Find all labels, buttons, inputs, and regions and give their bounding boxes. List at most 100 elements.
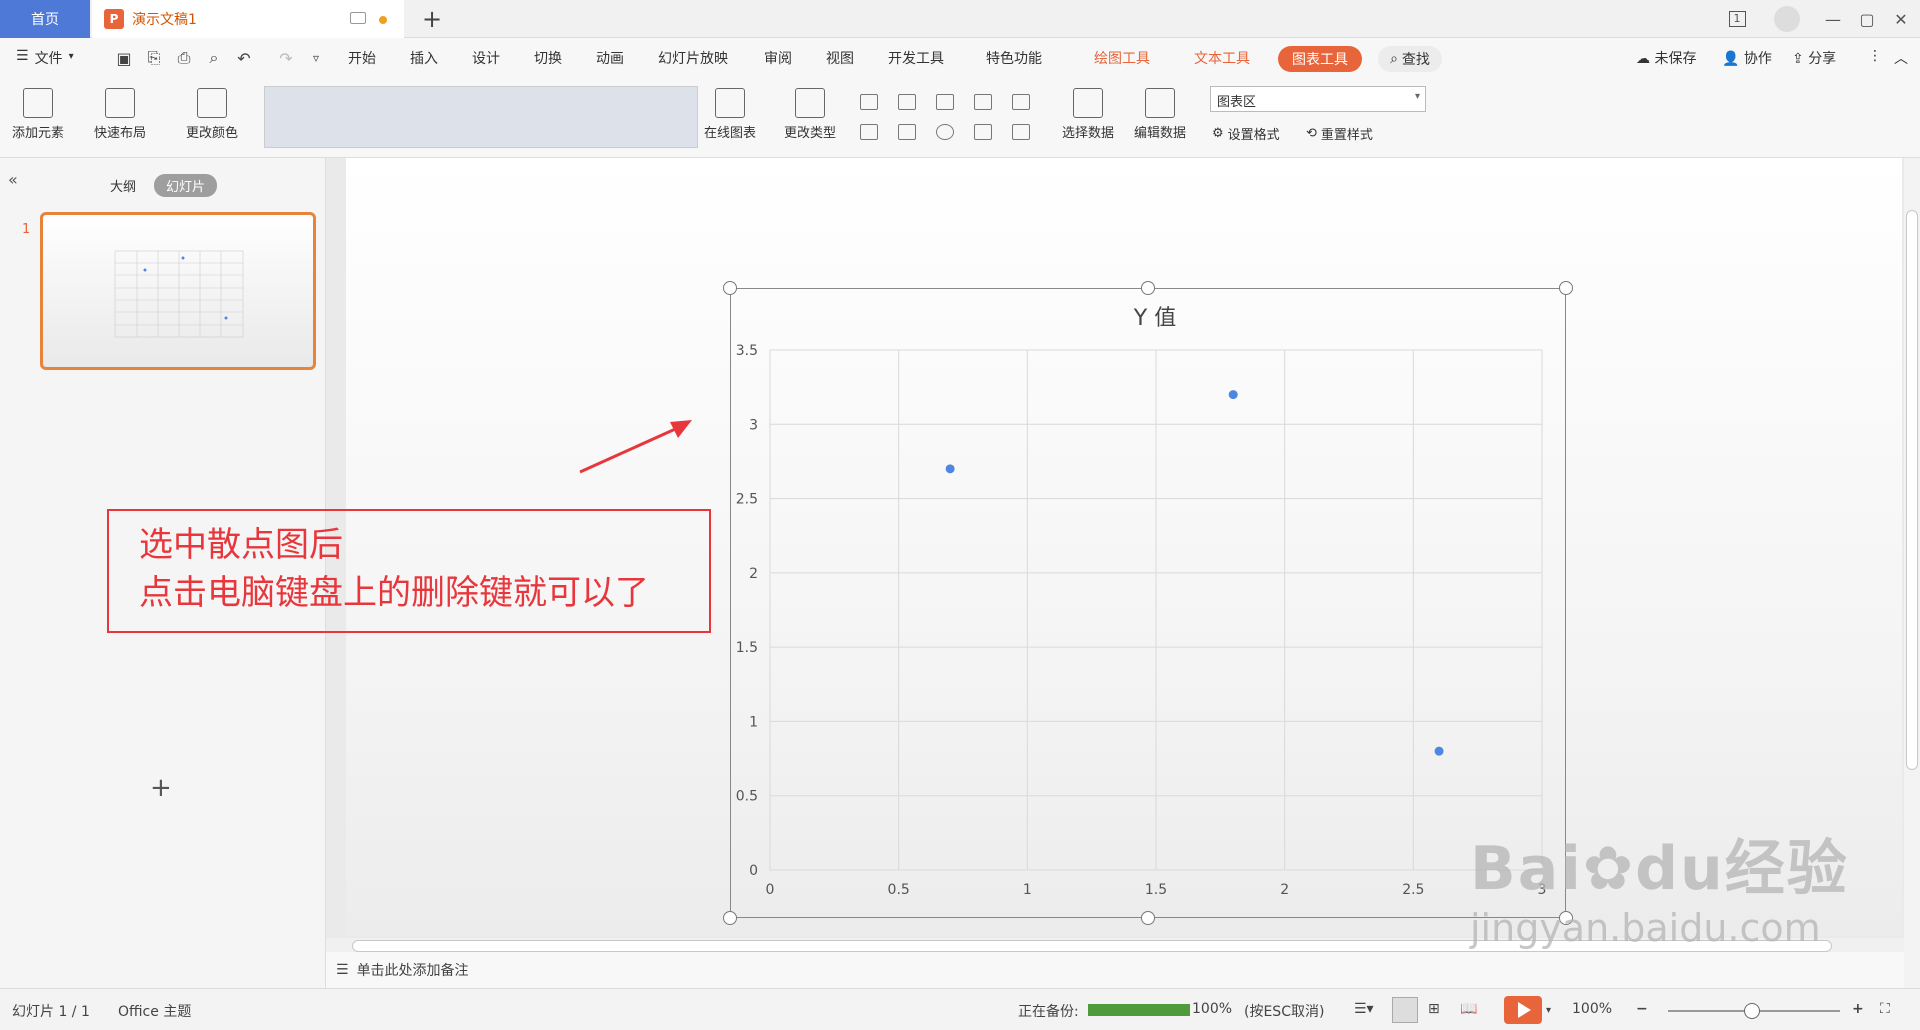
menu-review[interactable]: 审阅	[764, 48, 792, 68]
resize-handle-tl[interactable]	[723, 281, 737, 295]
resize-handle-tr[interactable]	[1559, 281, 1573, 295]
slide-sorter-icon[interactable]: ⊞	[1428, 1001, 1440, 1017]
data-point[interactable]	[945, 464, 955, 474]
online-chart-button[interactable]: 在线图表	[704, 88, 756, 141]
menu-slideshow[interactable]: 幻灯片放映	[658, 48, 728, 68]
search-button[interactable]: ⌕ 查找	[1378, 46, 1442, 72]
radar-chart-icon[interactable]	[974, 94, 992, 110]
stock-chart-icon[interactable]	[860, 124, 878, 140]
chart-title[interactable]: Y 值	[1080, 300, 1230, 332]
watermark-site: 经验	[1724, 834, 1849, 904]
export-icon[interactable]: ⎘	[144, 48, 164, 68]
data-point[interactable]	[1434, 746, 1444, 756]
zoom-slider-handle[interactable]	[1744, 1003, 1760, 1019]
select-data-button[interactable]: 选择数据	[1062, 88, 1114, 141]
x-tick-label: 1.5	[1145, 882, 1167, 898]
edit-data-button[interactable]: 编辑数据	[1134, 88, 1186, 141]
column-chart-icon[interactable]	[898, 94, 916, 110]
monitor-icon[interactable]	[350, 12, 366, 24]
close-button[interactable]: ✕	[1886, 4, 1916, 34]
collab-button[interactable]: 👤 协作	[1722, 48, 1772, 68]
slide-thumbnail[interactable]	[40, 212, 316, 370]
menu-drawing-tools[interactable]: 绘图工具	[1094, 48, 1150, 68]
unsaved-button[interactable]: ☁ 未保存	[1636, 48, 1696, 68]
tab-slides[interactable]: 幻灯片	[154, 174, 218, 197]
bar-chart-icon[interactable]	[860, 94, 878, 110]
change-type-button[interactable]: 更改类型	[784, 88, 836, 141]
change-color-button[interactable]: 更改颜色	[186, 88, 238, 141]
resize-handle-bc[interactable]	[1141, 911, 1155, 925]
scatter-chart-icon[interactable]	[974, 124, 992, 140]
unsaved-dot-icon	[379, 16, 387, 24]
combo-chart-icon[interactable]	[898, 124, 916, 140]
save-icon[interactable]: ▣	[114, 48, 134, 68]
area-chart-icon[interactable]	[1012, 94, 1030, 110]
tab-home[interactable]: 首页	[0, 0, 90, 38]
color-icon	[197, 88, 227, 118]
window-count-icon[interactable]: 1	[1722, 4, 1752, 34]
collapse-panel-icon[interactable]: «	[8, 170, 18, 189]
layout-icon	[105, 88, 135, 118]
reset-style-button[interactable]: ⟲ 重置样式	[1306, 124, 1373, 143]
menu-view[interactable]: 视图	[826, 48, 854, 68]
backup-percent: 100%	[1192, 1001, 1233, 1017]
preview-icon[interactable]: ⌕	[204, 48, 224, 68]
notes-toggle-icon[interactable]: ☰▾	[1354, 1001, 1374, 1017]
menu-animation[interactable]: 动画	[596, 48, 624, 68]
theme-name[interactable]: Office 主题	[118, 1001, 191, 1021]
vertical-scroll-thumb[interactable]	[1906, 210, 1918, 770]
redo-icon[interactable]: ↷	[276, 48, 296, 68]
collapse-ribbon-icon[interactable]: ︿	[1894, 48, 1908, 68]
scatter-plot[interactable]: 0 0.5 1 1.5 2 2.5 300.511.522.533.5	[730, 340, 1566, 910]
tab-document[interactable]: P 演示文稿1	[92, 0, 404, 38]
slideshow-play-button[interactable]	[1504, 996, 1542, 1024]
menu-design[interactable]: 设计	[472, 48, 500, 68]
customize-icon[interactable]: ▿	[306, 48, 326, 68]
zoom-out-button[interactable]: −	[1636, 1001, 1648, 1017]
resize-handle-tc[interactable]	[1141, 281, 1155, 295]
reading-view-icon[interactable]: 📖	[1460, 1001, 1477, 1017]
new-tab-button[interactable]: +	[412, 3, 452, 35]
menu-text-tools[interactable]: 文本工具	[1194, 48, 1250, 68]
add-element-button[interactable]: 添加元素	[12, 88, 64, 141]
zoom-level[interactable]: 100%	[1572, 1001, 1612, 1017]
zoom-in-button[interactable]: +	[1852, 1001, 1864, 1017]
bubble-chart-icon[interactable]	[1012, 124, 1030, 140]
chevron-down-icon: ▾	[68, 51, 74, 62]
menu-transition[interactable]: 切换	[534, 48, 562, 68]
maximize-button[interactable]: ▢	[1852, 4, 1882, 34]
undo-icon[interactable]: ↶	[234, 48, 254, 68]
minimize-button[interactable]: —	[1818, 4, 1848, 34]
menu-features[interactable]: 特色功能	[986, 48, 1042, 68]
resize-handle-bl[interactable]	[723, 911, 737, 925]
chart-element-select[interactable]: 图表区	[1210, 86, 1426, 112]
tab-outline[interactable]: 大纲	[98, 174, 148, 197]
set-format-button[interactable]: ⚙ 设置格式	[1212, 124, 1280, 143]
menu-chart-tools[interactable]: 图表工具	[1278, 46, 1362, 72]
avatar[interactable]	[1770, 4, 1804, 34]
fit-window-icon[interactable]: ⛶	[1880, 1001, 1890, 1017]
print-icon[interactable]: ⎙	[174, 48, 194, 68]
data-point[interactable]	[1228, 390, 1238, 400]
file-menu[interactable]: ☰ 文件 ▾	[16, 48, 74, 68]
menu-insert[interactable]: 插入	[410, 48, 438, 68]
share-button[interactable]: ⇪ 分享	[1792, 48, 1836, 68]
chart-icon	[715, 88, 745, 118]
backup-progress-bar	[1088, 1004, 1190, 1016]
menu-bar: ☰ 文件 ▾ ▣ ⎘ ⎙ ⌕ ↶ ↷ ▿ 开始 插入 设计 切换 动画 幻灯片放…	[0, 38, 1920, 80]
watermark-url: jingyan.baidu.com	[1470, 906, 1821, 950]
watermark-brand: Bai	[1470, 834, 1583, 904]
line-chart-icon[interactable]	[936, 94, 954, 110]
add-slide-button[interactable]: +	[150, 773, 172, 803]
menu-start[interactable]: 开始	[348, 48, 376, 68]
pie-chart-icon[interactable]	[936, 124, 954, 140]
tab-bar: 首页 P 演示文稿1 + 1 — ▢ ✕	[0, 0, 1920, 38]
play-options-icon[interactable]: ▾	[1546, 1005, 1551, 1016]
quick-layout-button[interactable]: 快速布局	[94, 88, 146, 141]
more-icon[interactable]: ⋮	[1868, 48, 1882, 64]
watermark-brand-2: du	[1635, 834, 1725, 904]
chart-style-gallery[interactable]	[264, 86, 698, 148]
normal-view-icon[interactable]	[1392, 997, 1418, 1023]
esc-cancel-hint[interactable]: (按ESC取消)	[1244, 1001, 1324, 1021]
menu-developer[interactable]: 开发工具	[888, 48, 944, 68]
